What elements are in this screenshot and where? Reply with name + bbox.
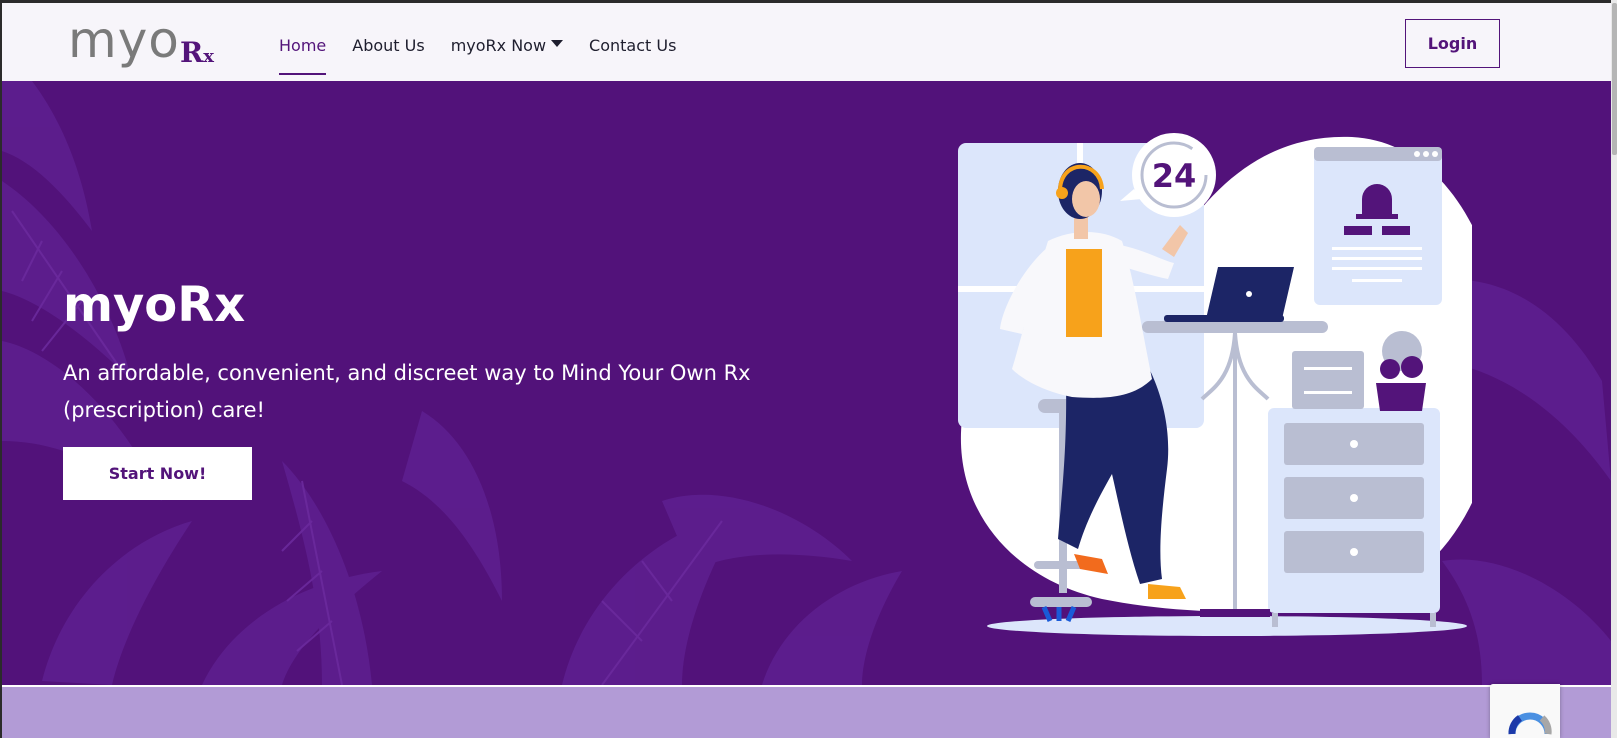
nav-item-contact-us[interactable]: Contact Us xyxy=(589,3,676,84)
hero-title: myoRx xyxy=(63,277,246,333)
support-agent-illustration: 24 xyxy=(958,133,1472,636)
page: myo Rx Home About Us myoRx Now Contact U… xyxy=(2,3,1611,738)
recaptcha-icon xyxy=(1508,712,1552,735)
scrollbar-thumb[interactable] xyxy=(1612,3,1617,155)
logo-rx: Rx xyxy=(180,36,215,69)
page-scrollbar[interactable] xyxy=(1611,0,1617,738)
caret-down-icon xyxy=(551,40,564,47)
nav-item-home[interactable]: Home xyxy=(279,3,327,84)
login-button[interactable]: Login xyxy=(1405,19,1500,68)
hero-subtitle: An affordable, convenient, and discreet … xyxy=(63,361,751,422)
start-now-button[interactable]: Start Now! xyxy=(63,447,252,500)
nav-item-myorx-now[interactable]: myoRx Now xyxy=(451,3,564,84)
alarm-icon xyxy=(1314,147,1442,305)
main-nav: Home About Us myoRx Now Contact Us xyxy=(279,3,702,84)
navbar: myo Rx Home About Us myoRx Now Contact U… xyxy=(2,3,1611,84)
badge-text: 24 xyxy=(1152,157,1197,195)
logo-text: myo xyxy=(68,11,180,69)
hero-section: myoRx An affordable, convenient, and dis… xyxy=(2,81,1611,685)
next-section-strip xyxy=(2,687,1611,738)
recaptcha-badge[interactable] xyxy=(1490,684,1560,738)
nav-item-about-us[interactable]: About Us xyxy=(352,3,424,84)
